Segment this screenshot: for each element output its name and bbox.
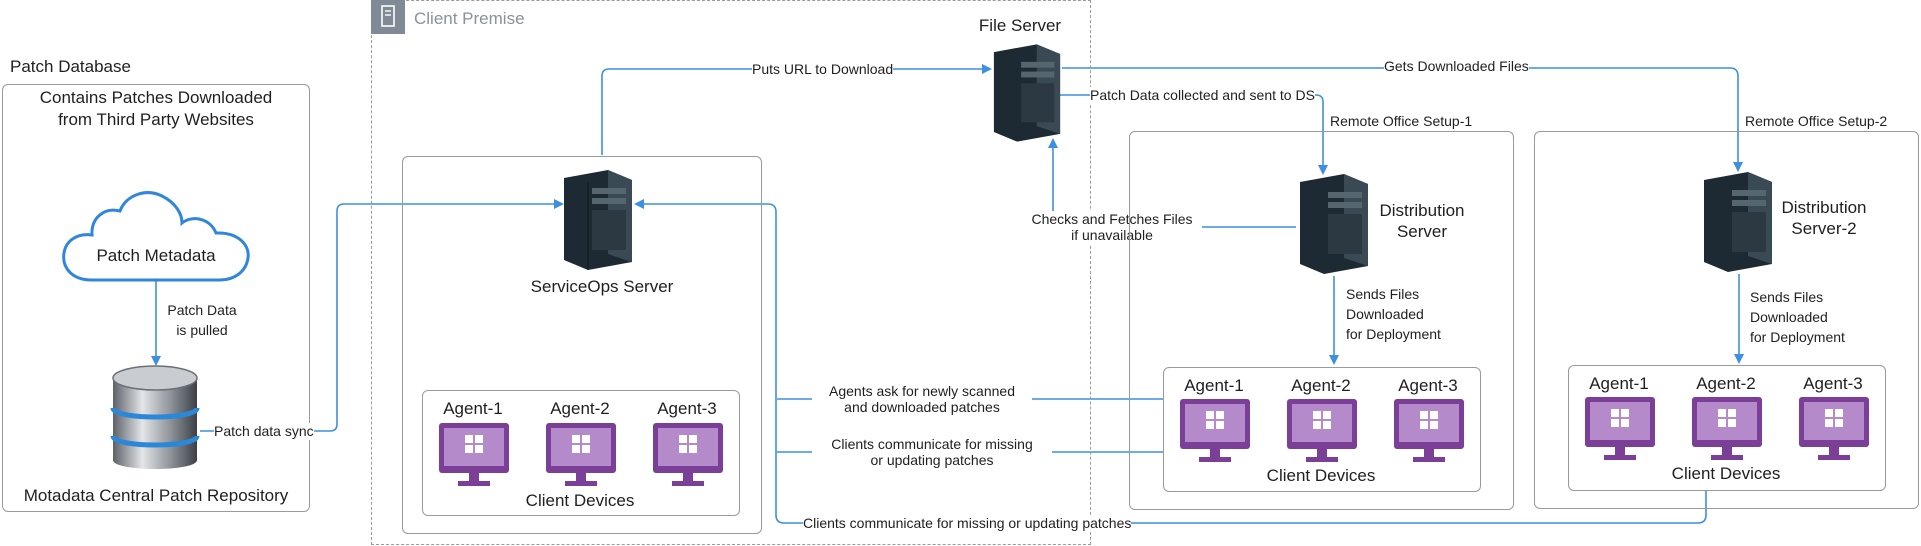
monitor-icon: [1394, 399, 1464, 462]
client-premise-title: Client Premise: [414, 9, 525, 28]
agent-label: Agent-1: [1184, 376, 1244, 395]
monitor-icon: [546, 423, 616, 486]
puts-url-label: Puts URL to Download: [752, 61, 894, 78]
sends-label-1: Sends Files: [1346, 286, 1420, 302]
cloud-icon: [62, 191, 250, 282]
pull-label-2: is pulled: [176, 322, 228, 338]
agent-label: Agent-3: [657, 399, 717, 418]
distribution-server-2-label-2: Server-2: [1791, 219, 1857, 238]
distribution-server-label-1: Distribution: [1379, 201, 1465, 220]
patch-db-desc-1: Contains Patches Downloaded: [39, 88, 273, 107]
patch-db-title: Patch Database: [10, 57, 131, 76]
sends-label-2: Downloaded: [1346, 306, 1424, 322]
agent-label: Agent-3: [1803, 374, 1863, 393]
distribution-server-label-2: Server: [1396, 222, 1448, 241]
agent-label: Agent-2: [1291, 376, 1351, 395]
repo-label: Motadata Central Patch Repository: [23, 486, 289, 505]
serviceops-label: ServiceOps Server: [530, 277, 674, 296]
agent-label: Agent-3: [1398, 376, 1458, 395]
distribution-server-icon: [1300, 174, 1368, 274]
remote-office-1-title: Remote Office Setup-1: [1330, 113, 1473, 130]
clients-comm-label-2: or updating patches: [812, 452, 1052, 469]
building-icon: [371, 0, 405, 34]
monitor-icon: [1287, 399, 1357, 462]
cloud-label: Patch Metadata: [96, 246, 216, 265]
distribution-server-2-label-1: Distribution: [1781, 198, 1867, 217]
sends-label-3: for Deployment: [1750, 329, 1845, 345]
monitor-icon: [1585, 397, 1655, 460]
database-icon: [110, 365, 200, 469]
serviceops-server-icon: [564, 170, 632, 270]
agent-label: Agent-1: [443, 399, 503, 418]
clients-comm-bottom-label: Clients communicate for missing or updat…: [803, 515, 1132, 532]
monitor-icon: [439, 423, 509, 486]
pull-label-1: Patch Data: [167, 302, 237, 318]
sends-label-2: Downloaded: [1750, 309, 1828, 325]
distribution-server-2-icon: [1704, 172, 1772, 272]
agents-ask-label-2: and downloaded patches: [812, 399, 1032, 416]
patch-collected-label: Patch Data collected and sent to DS: [1090, 87, 1315, 104]
remote-office-2-title: Remote Office Setup-2: [1745, 113, 1888, 130]
file-server-label: File Server: [978, 16, 1062, 35]
client-devices-label: Client Devices: [525, 491, 635, 510]
sends-label-3: for Deployment: [1346, 326, 1441, 342]
agents-ask-label-1: Agents ask for newly scanned: [812, 383, 1032, 400]
sync-label: Patch data sync: [214, 423, 314, 440]
client-devices-label: Client Devices: [1266, 466, 1376, 485]
agent-label: Agent-2: [1696, 374, 1756, 393]
file-server-icon: [993, 44, 1061, 142]
agent-label: Agent-1: [1589, 374, 1649, 393]
sends-label-1: Sends Files: [1750, 289, 1824, 305]
gets-files-label: Gets Downloaded Files: [1384, 58, 1529, 75]
monitor-icon: [1692, 397, 1762, 460]
monitor-icon: [1799, 397, 1869, 460]
clients-comm-label-1: Clients communicate for missing: [812, 436, 1052, 453]
agent-label: Agent-2: [550, 399, 610, 418]
patch-db-desc-2: from Third Party Websites: [58, 110, 254, 129]
monitor-icon: [653, 423, 723, 486]
monitor-icon: [1180, 399, 1250, 462]
client-devices-label: Client Devices: [1671, 464, 1781, 483]
